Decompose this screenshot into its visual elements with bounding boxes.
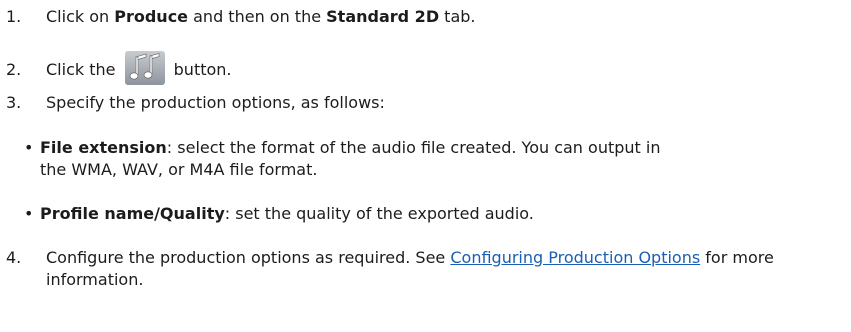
step-text: Specify the production options, as follo… [46, 93, 385, 112]
bullet-file-extension: • File extension: select the format of t… [24, 137, 844, 181]
produce-label: Produce [114, 7, 189, 26]
step-4: 4. Configure the production options as re… [6, 247, 836, 291]
step-number: 3. [6, 93, 22, 112]
file-extension-term: File extension [40, 138, 167, 157]
bullet-dot: • [24, 138, 34, 157]
standard-2d-label: Standard 2D [326, 7, 440, 26]
step-text: button. [168, 60, 232, 79]
step-text: tab. [439, 7, 476, 26]
step-number: 4. [6, 248, 22, 267]
bullet-dot: • [24, 204, 34, 223]
bullet-text-continued: the WMA, WAV, or M4A file format. [40, 160, 318, 179]
bullet-profile-name: • Profile name/Quality: set the quality … [24, 203, 844, 225]
audio-production-button[interactable] [124, 51, 165, 85]
step-text: Configure the production options as requ… [46, 248, 451, 267]
step-3: 3. Specify the production options, as fol… [6, 92, 385, 114]
step-text: and then on the [188, 7, 327, 26]
audio-music-notes-icon [129, 53, 159, 80]
bullet-text: : select the format of the audio file cr… [166, 138, 661, 157]
profile-name-term: Profile name/Quality [40, 204, 225, 223]
step-number: 1. [6, 7, 22, 26]
step-number: 2. [6, 60, 22, 79]
step-text: Click the [46, 60, 121, 79]
step-text: Click on [46, 7, 115, 26]
step-2: 2. Click the button. [6, 51, 232, 85]
step-1: 1. Click on Produce and then on the Stand… [6, 6, 476, 28]
link-text: Configuring Production Options [450, 248, 701, 267]
bullet-text: : set the quality of the exported audio. [224, 204, 534, 223]
configuring-production-options-link[interactable]: Configuring Production Options [450, 248, 700, 267]
